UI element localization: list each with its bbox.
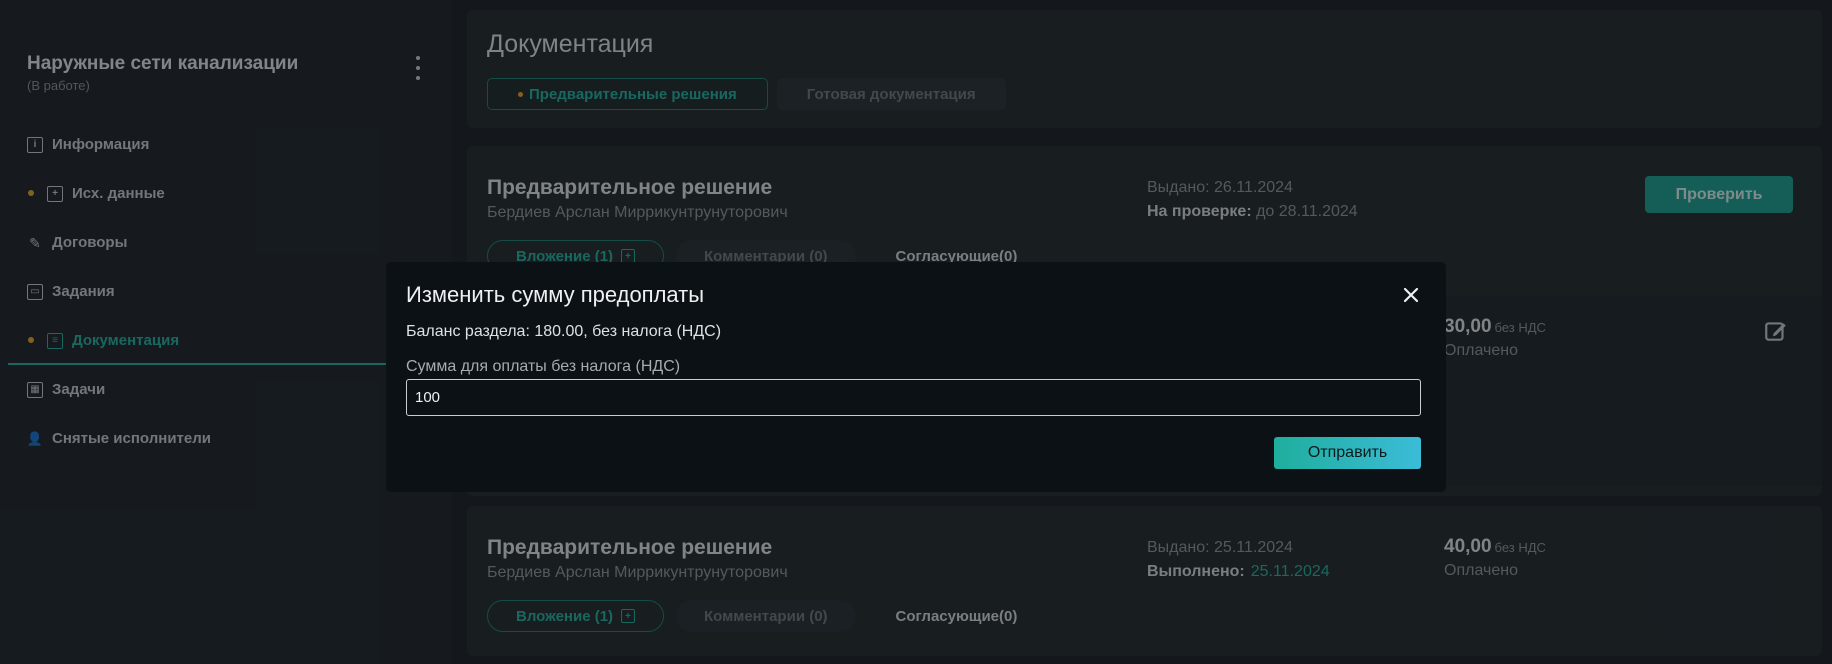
section-balance: Баланс раздела: 180.00, без налога (НДС) [406, 323, 722, 340]
submit-button[interactable]: Отправить [1274, 437, 1421, 469]
close-icon [1403, 287, 1419, 303]
amount-input[interactable] [406, 379, 1421, 416]
amount-field-label: Сумма для оплаты без налога (НДС) [406, 358, 681, 375]
app-root: Наружные сети канализации (В работе) i И… [0, 0, 1832, 664]
modal-title: Изменить сумму предоплаты [406, 282, 705, 307]
change-prepayment-modal: Изменить сумму предоплаты Баланс раздела… [386, 262, 1446, 492]
close-button[interactable] [1398, 282, 1424, 308]
